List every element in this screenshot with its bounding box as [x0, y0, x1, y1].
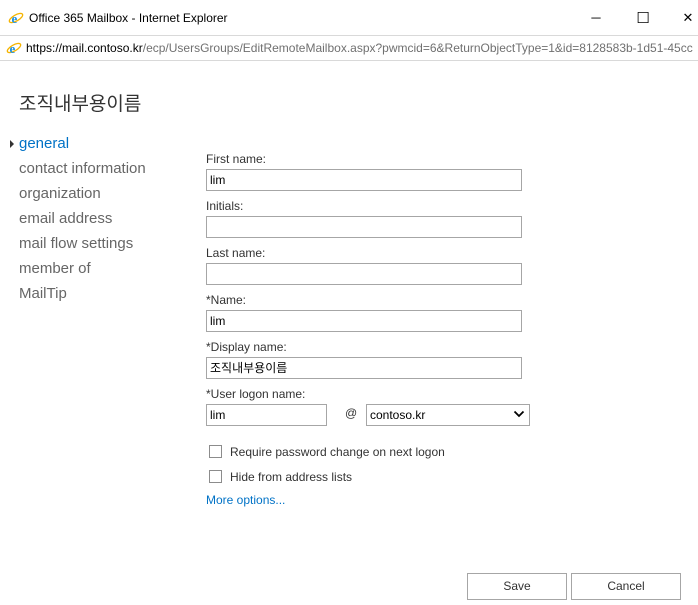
name-field[interactable]: [206, 310, 522, 332]
name-label: *Name:: [206, 293, 247, 307]
ie-icon: e: [8, 11, 24, 26]
address-bar[interactable]: e https://mail.contoso.kr/ecp/UsersGroup…: [0, 35, 698, 61]
ie-icon: e: [6, 41, 22, 56]
user-logon-name-label: *User logon name:: [206, 387, 306, 401]
require-password-change-label: Require password change on next logon: [230, 445, 445, 459]
last-name-label: Last name:: [206, 246, 266, 260]
save-button[interactable]: Save: [467, 573, 567, 600]
cancel-button[interactable]: Cancel: [571, 573, 681, 600]
minimize-icon: ─: [591, 10, 601, 25]
close-icon: ✕: [682, 9, 694, 25]
display-name-field[interactable]: [206, 357, 522, 379]
window-title: Office 365 Mailbox - Internet Explorer: [29, 11, 228, 25]
minimize-button[interactable]: ─: [573, 0, 619, 35]
url-host: mail.contoso.kr: [62, 41, 143, 55]
url-path: /ecp/UsersGroups/EditRemoteMailbox.aspx?…: [142, 41, 693, 55]
nav-item-general[interactable]: general: [19, 134, 146, 159]
nav-item-mail-flow-settings[interactable]: mail flow settings: [19, 234, 146, 259]
close-button[interactable]: ✕: [665, 0, 698, 35]
nav-active-caret-icon: [10, 140, 14, 148]
page-title: 조직내부용이름: [19, 94, 142, 115]
require-password-change-checkbox[interactable]: [209, 445, 222, 458]
domain-select-value: contoso.kr: [370, 408, 426, 422]
nav-item-organization[interactable]: organization: [19, 184, 146, 209]
nav-item-mailtip[interactable]: MailTip: [19, 284, 146, 309]
at-sign-label: @: [345, 406, 358, 420]
hide-from-address-lists-label: Hide from address lists: [230, 470, 353, 484]
window-titlebar: e Office 365 Mailbox - Internet Explorer…: [0, 0, 698, 35]
more-options-link[interactable]: More options...: [206, 493, 285, 507]
nav-item-contact-information[interactable]: contact information: [19, 159, 146, 184]
maximize-button[interactable]: ☐: [620, 0, 666, 35]
domain-select[interactable]: contoso.kr: [366, 404, 530, 426]
display-name-label: *Display name:: [206, 340, 287, 354]
last-name-field[interactable]: [206, 263, 522, 285]
svg-text:e: e: [10, 41, 16, 56]
user-logon-name-field[interactable]: [206, 404, 327, 426]
section-nav: general contact information organization…: [19, 134, 146, 309]
maximize-icon: ☐: [636, 9, 650, 27]
nav-item-member-of[interactable]: member of: [19, 259, 146, 284]
url-prefix: https://: [26, 41, 63, 55]
initials-field[interactable]: [206, 216, 522, 238]
nav-item-email-address[interactable]: email address: [19, 209, 146, 234]
first-name-label: First name:: [206, 152, 267, 166]
url-text[interactable]: https://mail.contoso.kr/ecp/UsersGroups/…: [26, 41, 694, 55]
initials-label: Initials:: [206, 199, 244, 213]
svg-text:e: e: [12, 11, 18, 26]
first-name-field[interactable]: [206, 169, 522, 191]
hide-from-address-lists-checkbox[interactable]: [209, 470, 222, 483]
chevron-down-icon: [513, 410, 525, 418]
